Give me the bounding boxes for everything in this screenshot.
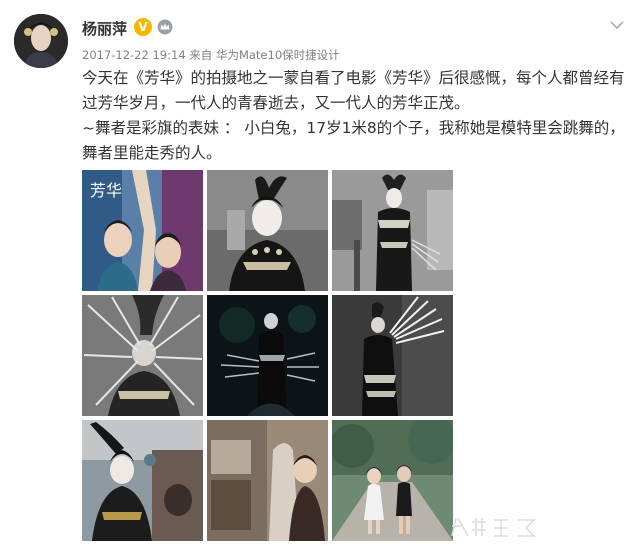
timestamp[interactable]: 2017-12-22 19:14 <box>82 48 186 62</box>
verified-badge: V <box>134 18 152 36</box>
mother-daughter-photo[interactable] <box>207 420 328 541</box>
source-prefix: 来自 <box>189 48 213 62</box>
post-text-line: 今天在《芳华》的拍摄地之一蒙自看了电影《芳华》后很感慨，每个人都曾经有 <box>82 69 625 87</box>
spike-collar-photo[interactable] <box>82 295 203 416</box>
post-meta: 2017-12-22 19:14 来自 华为Mate10保时捷设计 <box>82 47 340 63</box>
silver-costume-photo[interactable] <box>332 170 453 291</box>
poster-title-text: 芳华 <box>90 181 122 200</box>
source-device[interactable]: 华为Mate10保时捷设计 <box>216 48 340 62</box>
username[interactable]: 杨丽萍 <box>82 18 127 39</box>
vip-crown-icon <box>157 19 173 35</box>
horned-headdress-photo[interactable] <box>82 420 203 541</box>
post-text-line: 舞者里能走秀的人。 <box>82 144 222 162</box>
chevron-down-icon[interactable] <box>606 14 628 36</box>
watermark-graphic <box>446 512 556 542</box>
weibo-post: 杨丽萍 V 2017-12-22 19:14 来自 华为Mate10保时捷设计 … <box>0 0 640 550</box>
photo-grid: 芳华 <box>82 170 454 542</box>
dark-stage-photo[interactable] <box>207 295 328 416</box>
post-text-line: ~舞者是彩旗的表妹 ： 小白兔，17岁1米8的个子，我称她是模特里会跳舞的， <box>82 119 625 137</box>
post-text-line: 过芳华岁月，一代人的青春逝去，又一代人的芳华正茂。 <box>82 94 470 112</box>
two-girls-park-photo[interactable] <box>332 420 453 541</box>
headdress-portrait-photo[interactable] <box>207 170 328 291</box>
post-text: 今天在《芳华》的拍摄地之一蒙自看了电影《芳华》后很感慨，每个人都曾经有 过芳华岁… <box>82 66 628 166</box>
poster-dancers-photo[interactable]: 芳华 <box>82 170 203 291</box>
claw-hands-photo[interactable] <box>332 295 453 416</box>
avatar[interactable] <box>14 14 68 68</box>
